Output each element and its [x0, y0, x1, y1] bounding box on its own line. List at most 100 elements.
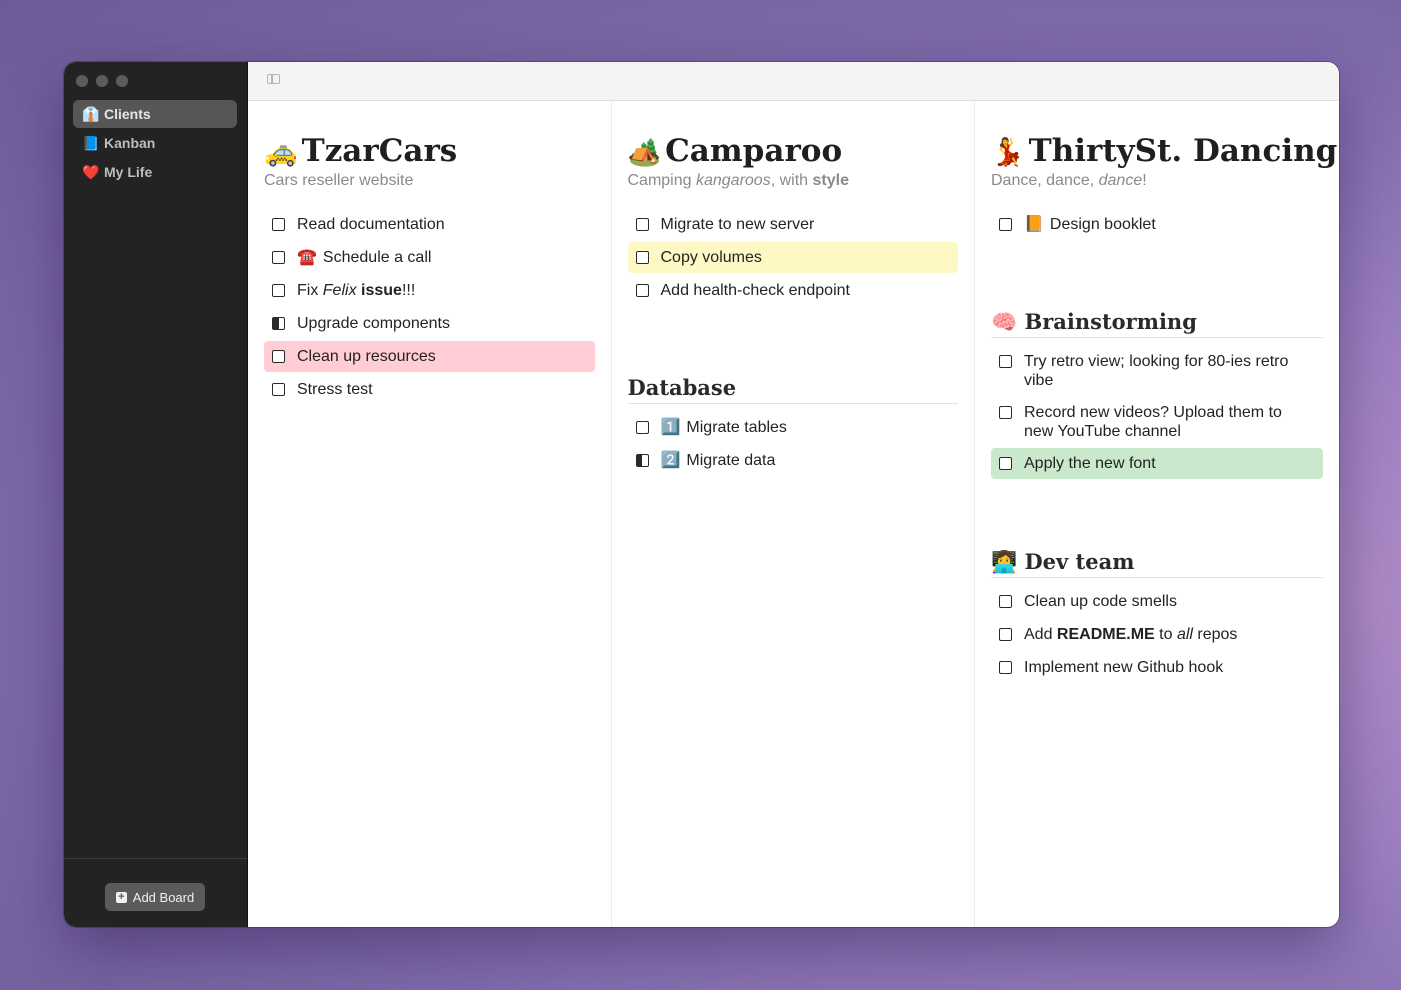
board-column-thirtyst-dancing: 💃 ThirtySt. Dancing Dance, dance, dance! …: [975, 101, 1339, 927]
task-item[interactable]: Add README.ME to all repos: [991, 619, 1323, 650]
board-column-tzarcars: 🚕 TzarCars Cars reseller website Read doc…: [248, 101, 612, 927]
task-label: Add README.ME to all repos: [1024, 625, 1237, 644]
brain-icon: 🧠: [991, 309, 1018, 334]
task-checkbox[interactable]: [635, 218, 649, 231]
text-run: all: [1176, 626, 1193, 643]
task-label: Implement new Github hook: [1024, 658, 1223, 677]
minimize-button[interactable]: [96, 75, 108, 87]
sidebar-item-my-life[interactable]: ❤️ My Life: [73, 158, 237, 186]
task-label: 2️⃣ Migrate data: [661, 451, 776, 470]
task-label: Copy volumes: [661, 248, 762, 267]
task-checkbox[interactable]: [999, 218, 1012, 231]
text-run: !: [1142, 172, 1147, 189]
text-run: Schedule a call: [322, 249, 432, 266]
text-run: Design booklet: [1049, 216, 1156, 233]
board-title-text: TzarCars: [301, 133, 458, 169]
sidebar-item-label: Clients: [104, 106, 151, 122]
sidebar-toggle-icon[interactable]: [267, 74, 280, 84]
task-item[interactable]: Copy volumes: [627, 242, 958, 273]
task-item[interactable]: 1️⃣ Migrate tables: [628, 412, 959, 443]
task-label: Apply the new font: [1024, 454, 1156, 473]
text-run: Add health-check endpoint: [660, 282, 850, 299]
task-item[interactable]: Migrate to new server: [628, 209, 959, 240]
section-dev-team: 👩‍💻 Dev team Clean up code smells Add REA…: [991, 549, 1323, 685]
text-run: Read documentation: [297, 216, 445, 233]
task-item[interactable]: 📙 Design booklet: [991, 209, 1323, 240]
task-item[interactable]: Apply the new font: [991, 448, 1323, 479]
sidebar-item-clients[interactable]: 👔 Clients: [73, 100, 237, 128]
task-emoji-icon: 2️⃣: [660, 452, 681, 469]
text-run: Migrate data: [686, 452, 776, 469]
task-item[interactable]: 2️⃣ Migrate data: [628, 445, 959, 476]
task-list: Try retro view; looking for 80-ies retro…: [991, 346, 1323, 479]
task-item[interactable]: ☎️ Schedule a call: [264, 242, 595, 273]
toolbar: [248, 62, 1339, 101]
text-run: Migrate tables: [686, 419, 787, 436]
task-label: Clean up resources: [297, 347, 436, 366]
close-button[interactable]: [76, 75, 88, 87]
text-run: Clean up resources: [297, 348, 436, 365]
section-title-text: Brainstorming: [1024, 309, 1197, 334]
text-run: Camping: [627, 172, 696, 189]
task-checkbox[interactable]: [272, 218, 285, 231]
technologist-icon: 👩‍💻: [991, 549, 1018, 574]
task-label: ☎️ Schedule a call: [297, 248, 431, 267]
task-label: Add health-check endpoint: [661, 281, 850, 300]
dancer-icon: 💃: [991, 137, 1025, 168]
task-item[interactable]: Read documentation: [264, 209, 595, 240]
board-subtitle: Dance, dance, dance!: [991, 171, 1323, 191]
text-run: Fix: [297, 282, 323, 299]
task-checkbox[interactable]: [999, 628, 1012, 641]
section-title: Database: [627, 375, 958, 404]
task-checkbox[interactable]: [635, 421, 649, 434]
text-run: , with: [770, 172, 813, 189]
section-title: 🧠 Brainstorming: [991, 309, 1323, 338]
task-item[interactable]: Clean up code smells: [991, 586, 1323, 617]
task-item[interactable]: Fix Felix issue!!!: [264, 275, 595, 306]
app-window: 👔 Clients 📘 Kanban ❤️ My Life + Add Boar…: [64, 62, 1339, 927]
text-run: Record new videos? Upload them to new Yo…: [1024, 404, 1282, 440]
task-checkbox[interactable]: [272, 383, 285, 396]
sidebar-nav: 👔 Clients 📘 Kanban ❤️ My Life: [73, 100, 237, 187]
task-item[interactable]: Record new videos? Upload them to new Yo…: [991, 397, 1323, 446]
task-checkbox[interactable]: [999, 406, 1012, 419]
task-checkbox[interactable]: [999, 661, 1012, 674]
text-run: repos: [1192, 626, 1238, 643]
task-checkbox-in-progress[interactable]: [635, 454, 649, 467]
board-title: 🏕️ Camparoo: [628, 133, 959, 171]
text-run: Upgrade components: [297, 315, 450, 332]
sidebar-item-kanban[interactable]: 📘 Kanban: [73, 129, 237, 157]
task-list: Migrate to new server Copy volumes Add hea…: [627, 209, 959, 306]
task-label: Stress test: [297, 380, 373, 399]
task-emoji-icon: 1️⃣: [660, 419, 681, 436]
task-checkbox[interactable]: [635, 251, 649, 264]
task-label: Fix Felix issue!!!: [297, 281, 415, 300]
task-item[interactable]: Add health-check endpoint: [628, 275, 959, 306]
sidebar-item-label: My Life: [104, 164, 153, 180]
task-checkbox[interactable]: [635, 284, 649, 297]
task-checkbox[interactable]: [999, 457, 1012, 470]
task-checkbox[interactable]: [999, 595, 1012, 608]
text-run: !!!: [401, 282, 416, 299]
text-run: Apply the new font: [1024, 455, 1156, 472]
task-label: Migrate to new server: [661, 215, 815, 234]
sidebar-footer: + Add Board: [64, 858, 247, 927]
task-item[interactable]: Clean up resources: [264, 341, 595, 372]
task-checkbox-in-progress[interactable]: [272, 317, 285, 330]
task-item[interactable]: Implement new Github hook: [991, 652, 1323, 683]
board-title: 💃 ThirtySt. Dancing: [991, 133, 1337, 171]
task-checkbox[interactable]: [272, 284, 285, 297]
section-title-text: Dev team: [1024, 549, 1135, 574]
text-run: Felix: [322, 282, 357, 299]
add-board-button[interactable]: + Add Board: [105, 883, 205, 911]
task-item[interactable]: Upgrade components: [264, 308, 595, 339]
task-list: 1️⃣ Migrate tables 2️⃣ Migrate data: [628, 412, 959, 476]
board-subtitle: Camping kangaroos, with style: [628, 171, 959, 191]
task-item[interactable]: Stress test: [264, 374, 595, 405]
task-item[interactable]: Try retro view; looking for 80-ies retro…: [991, 346, 1323, 395]
task-label: 📙 Design booklet: [1024, 215, 1156, 234]
zoom-button[interactable]: [116, 75, 128, 87]
task-checkbox[interactable]: [999, 355, 1012, 368]
task-checkbox[interactable]: [272, 350, 285, 363]
task-checkbox[interactable]: [272, 251, 285, 264]
